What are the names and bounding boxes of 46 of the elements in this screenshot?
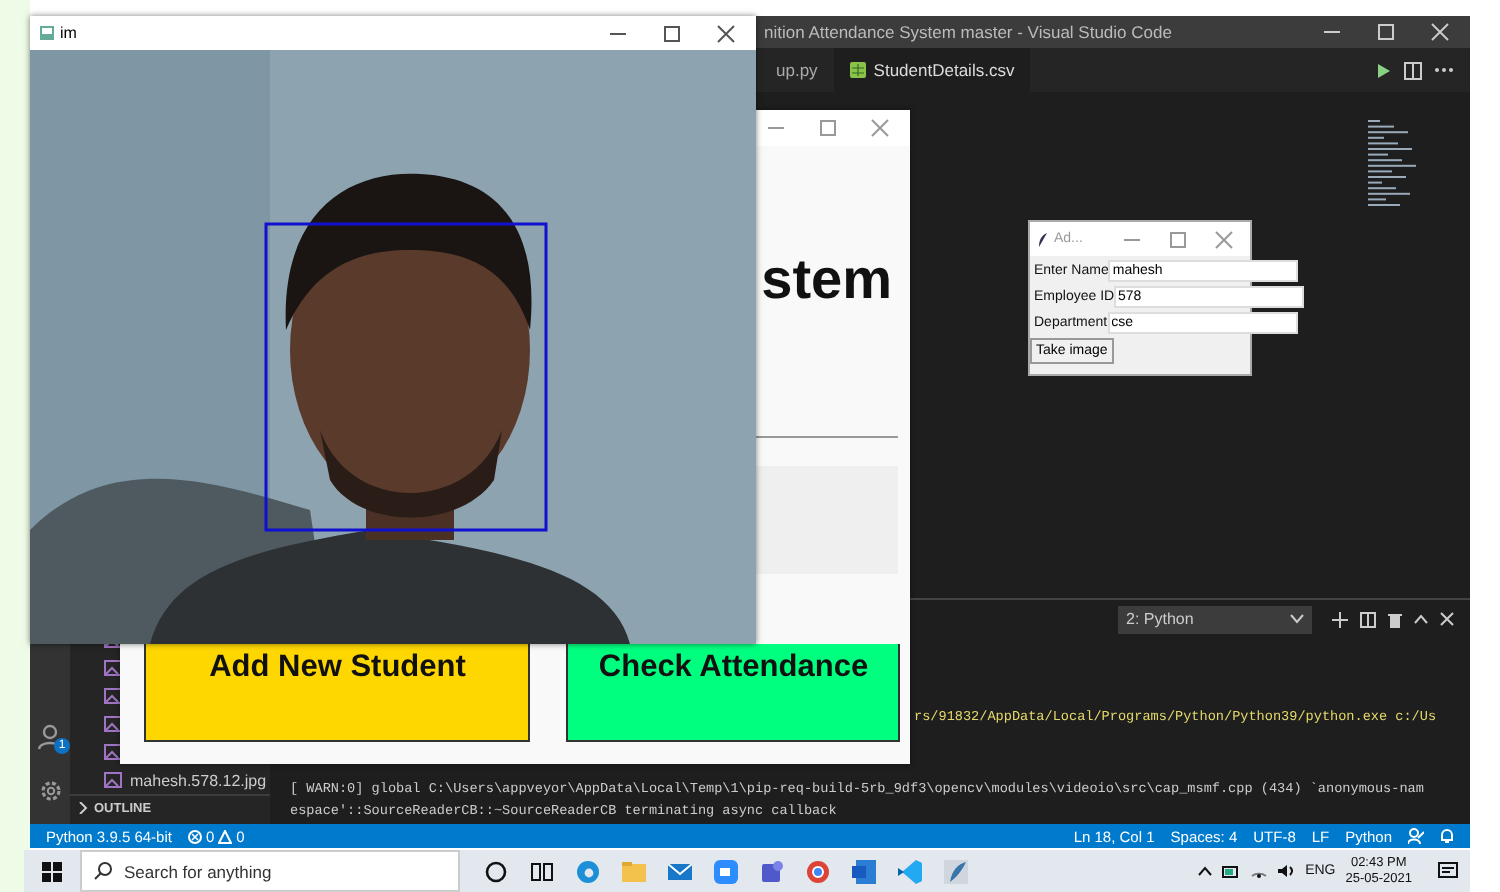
video-camera-icon[interactable] xyxy=(714,859,738,883)
more-icon[interactable] xyxy=(1434,66,1454,74)
close-icon[interactable] xyxy=(1440,612,1454,627)
warning-icon xyxy=(218,829,233,843)
speaker-icon[interactable] xyxy=(1277,864,1296,878)
chevron-down-icon xyxy=(1290,614,1304,625)
circle-icon[interactable] xyxy=(484,859,508,883)
spreadsheet-icon xyxy=(849,62,866,78)
split-editor-icon[interactable] xyxy=(1404,61,1422,79)
feedback-icon[interactable] xyxy=(1408,828,1424,844)
window-icon xyxy=(40,26,54,40)
battery-icon[interactable] xyxy=(1221,864,1240,878)
windows-logo-icon[interactable] xyxy=(42,861,62,881)
people-icon[interactable] xyxy=(760,859,784,883)
feather-icon[interactable] xyxy=(944,859,968,883)
browser-icon[interactable] xyxy=(576,859,600,883)
editor-tab[interactable]: up.py xyxy=(760,48,834,92)
file-item[interactable]: mahesh.578.12.jpg xyxy=(70,766,270,794)
add-student-button[interactable]: Add New Student xyxy=(144,644,531,742)
run-icon[interactable] xyxy=(1376,61,1392,79)
error-icon xyxy=(187,829,202,843)
search-field[interactable]: Search for anything xyxy=(80,850,460,892)
notification-icon[interactable] xyxy=(1438,862,1458,880)
terminal-dropdown[interactable]: 2: Python xyxy=(1118,605,1312,634)
app-heading: stem xyxy=(761,247,892,311)
editor-tab[interactable]: StudentDetails.csv xyxy=(833,48,1031,92)
mail-icon[interactable] xyxy=(668,859,692,883)
chevron-up-icon[interactable] xyxy=(1197,866,1212,876)
search-icon xyxy=(94,862,112,880)
task-view-icon[interactable] xyxy=(530,859,554,883)
code-editor-icon[interactable] xyxy=(898,859,922,883)
window-title: nition Attendance System master - Visual Studio Code xyxy=(764,22,1174,42)
trash-icon[interactable] xyxy=(1388,611,1402,628)
feather-icon xyxy=(1038,231,1048,247)
settings-icon[interactable] xyxy=(37,778,63,804)
close-button[interactable] xyxy=(716,23,736,43)
globe-icon[interactable] xyxy=(806,859,830,883)
minimap-drawing xyxy=(1366,120,1420,212)
chevron-icon xyxy=(78,802,88,814)
document-icon[interactable] xyxy=(852,859,876,883)
plus-icon[interactable] xyxy=(1332,611,1348,628)
maximize-button[interactable] xyxy=(662,23,682,43)
split-terminal-icon[interactable] xyxy=(1360,611,1376,628)
check-attendance-button[interactable]: Check Attendance xyxy=(566,644,900,742)
window-title: im xyxy=(60,24,79,42)
bell-icon[interactable] xyxy=(1440,828,1454,844)
